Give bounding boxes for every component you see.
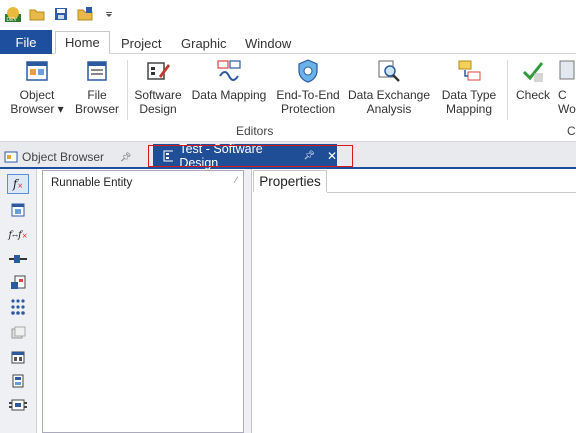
data-exchange-label-2: Analysis xyxy=(366,102,412,116)
data-mapping-button[interactable]: Data Mapping xyxy=(190,58,268,120)
component-icon[interactable] xyxy=(7,200,29,220)
ribbon-separator xyxy=(127,60,128,120)
customize-dropdown-icon[interactable] xyxy=(100,5,118,23)
cut-off-group-label: C xyxy=(567,124,576,138)
check-label-1: Check xyxy=(515,88,550,102)
software-design-icon xyxy=(147,62,170,80)
e2e-protection-label-2: Protection xyxy=(280,102,336,116)
cut-off-label-1: C xyxy=(558,88,567,102)
software-design-button[interactable]: Software Design xyxy=(132,58,184,120)
e2e-protection-label-1: End-To-End xyxy=(276,88,340,102)
panel-splitter[interactable] xyxy=(244,169,251,433)
tab-properties[interactable]: Properties xyxy=(253,170,327,192)
file-browser-button[interactable]: File Browser xyxy=(72,58,122,120)
object-browser-label-1: Object xyxy=(19,88,55,102)
close-icon[interactable]: ✕ xyxy=(327,149,337,163)
save-all-icon[interactable] xyxy=(76,5,94,23)
tab-object-browser-label: Object Browser xyxy=(22,150,105,164)
software-design-label-2: Design xyxy=(139,102,177,116)
data-mapping-label-1: Data Mapping xyxy=(191,88,267,102)
svg-text:DEV: DEV xyxy=(7,17,18,23)
composition-icon[interactable] xyxy=(7,371,29,391)
pin-icon[interactable]: 📌︎ xyxy=(120,152,131,163)
data-mapping-icon xyxy=(217,60,241,81)
magnifier-icon xyxy=(378,60,400,82)
shield-icon xyxy=(298,59,318,83)
quick-access-toolbar: DEV xyxy=(0,0,576,28)
editors-group-label: Editors xyxy=(236,124,274,138)
port-icon[interactable] xyxy=(7,273,29,293)
module-icon[interactable] xyxy=(7,395,29,415)
ribbon-separator xyxy=(507,60,508,120)
resize-mark: ⁄ xyxy=(235,175,237,185)
object-browser-button[interactable]: Object Browser ▾ xyxy=(8,58,66,120)
data-exchange-label-1: Data Exchange xyxy=(347,88,431,102)
cut-off-label-2: Wo xyxy=(558,102,576,116)
runnable-entity-panel[interactable]: Runnable Entity ⁄ xyxy=(42,170,244,433)
tab-software-design[interactable]: Test - Software Design 📌︎ ✕ xyxy=(153,141,337,170)
tab-window[interactable]: Window xyxy=(236,32,300,54)
document-tab-strip: Object Browser 📌︎ Test - Software Design… xyxy=(0,141,576,170)
check-button[interactable]: Check xyxy=(512,58,554,120)
function-icon[interactable]: f× xyxy=(7,174,29,194)
software-design-tab-icon xyxy=(163,150,174,161)
element-toolbar: f× f↔f× xyxy=(0,169,37,433)
connector-icon[interactable] xyxy=(7,249,29,269)
ribbon-home: Object Browser ▾ File Browser Software D… xyxy=(0,54,576,142)
runnable-entity-title: Runnable Entity xyxy=(51,177,133,189)
dots-icon[interactable] xyxy=(7,297,29,317)
cut-off-button[interactable]: C Wo xyxy=(558,58,576,120)
e2e-protection-button[interactable]: End-To-End Protection xyxy=(274,58,342,120)
tab-home[interactable]: Home xyxy=(55,31,110,54)
data-type-mapping-label-2: Mapping xyxy=(445,102,493,116)
tab-software-design-label: Test - Software Design xyxy=(179,141,263,170)
check-icon xyxy=(522,62,544,82)
pin-icon[interactable]: 📌︎ xyxy=(304,150,315,161)
data-exchange-analysis-button[interactable]: Data Exchange Analysis xyxy=(346,58,432,120)
open-folder-icon[interactable] xyxy=(28,5,46,23)
file-browser-icon xyxy=(87,61,107,81)
object-browser-label-2: Browser ▾ xyxy=(10,102,64,116)
file-browser-label-1: File xyxy=(87,88,107,102)
tab-graphic[interactable]: Graphic xyxy=(172,32,236,54)
properties-panel: Properties xyxy=(251,169,576,433)
tab-object-browser[interactable]: Object Browser 📌︎ xyxy=(4,146,131,168)
ribbon-tab-bar: File Home Project Graphic Window xyxy=(0,28,576,54)
stack-icon[interactable] xyxy=(7,323,29,343)
dev-logo-icon[interactable]: DEV xyxy=(4,5,22,23)
interface-icon[interactable] xyxy=(7,347,29,367)
cut-off-icon xyxy=(559,60,575,80)
type-mapping-icon xyxy=(458,60,481,81)
data-type-mapping-label-1: Data Type xyxy=(441,88,497,102)
software-design-label-1: Software xyxy=(134,88,182,102)
object-browser-icon xyxy=(26,61,48,81)
file-browser-label-2: Browser xyxy=(74,102,119,116)
object-browser-tab-icon xyxy=(4,151,18,163)
tab-file[interactable]: File xyxy=(0,30,52,54)
properties-divider xyxy=(327,192,576,193)
function-mapping-icon[interactable]: f↔f× xyxy=(7,225,29,245)
tab-project[interactable]: Project xyxy=(112,32,170,54)
save-icon[interactable] xyxy=(52,5,70,23)
data-type-mapping-button[interactable]: Data Type Mapping xyxy=(438,58,500,120)
